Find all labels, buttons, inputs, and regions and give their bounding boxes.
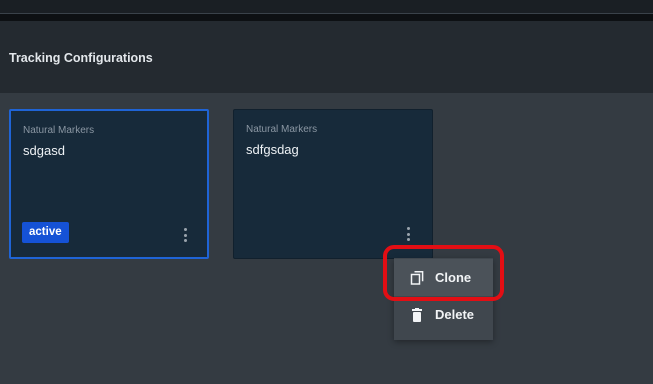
delete-label: Delete <box>435 307 475 322</box>
clone-icon <box>410 270 424 285</box>
page-header: Tracking Configurations <box>0 21 653 93</box>
clone-label: Clone <box>435 270 472 285</box>
clone-menu-item[interactable]: Clone <box>394 259 493 296</box>
more-options-icon[interactable] <box>402 225 414 243</box>
card-type-label: Natural Markers <box>23 125 95 136</box>
card-type-label: Natural Markers <box>246 124 318 135</box>
card-name: sdfgsdag <box>246 142 299 157</box>
more-options-icon[interactable] <box>179 226 191 244</box>
top-bar <box>0 0 653 14</box>
context-menu: Clone Delete <box>394 258 493 340</box>
page-title: Tracking Configurations <box>9 51 153 65</box>
card-name: sdgasd <box>23 143 65 158</box>
tracking-config-card-2[interactable]: Natural Markers sdfgsdag <box>233 109 433 259</box>
tracking-config-card-1[interactable]: Natural Markers sdgasd active <box>9 109 209 259</box>
delete-menu-item[interactable]: Delete <box>394 296 493 333</box>
status-badge: active <box>22 222 69 243</box>
top-divider <box>0 14 653 21</box>
trash-icon <box>410 307 424 322</box>
